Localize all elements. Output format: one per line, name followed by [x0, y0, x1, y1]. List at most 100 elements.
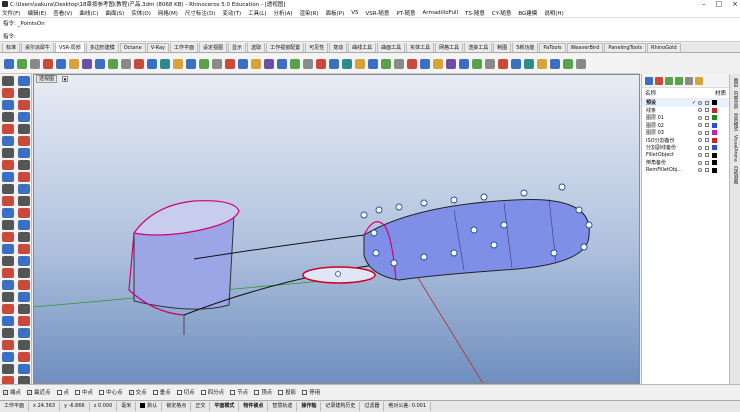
osnap-checkbox[interactable] [254, 389, 260, 395]
left-tool-icon[interactable] [18, 256, 30, 266]
toolbar-tool-icon[interactable] [368, 58, 378, 69]
left-tool-icon[interactable] [18, 244, 30, 254]
menu-item[interactable]: 查看(V) [53, 9, 72, 17]
visibility-bulb-icon[interactable] [698, 123, 702, 128]
toolbar-tab[interactable]: 网格工具 [435, 43, 464, 52]
toolbar-tool-icon[interactable] [290, 58, 300, 69]
toolbar-tool-icon[interactable] [446, 58, 456, 69]
toolbar-tab[interactable]: 制图 [493, 43, 512, 52]
layer-color-swatch[interactable] [712, 152, 717, 158]
status-toggle[interactable]: 记录建构历史 [321, 402, 361, 411]
osnap-checkbox[interactable] [278, 389, 284, 395]
left-tool-icon[interactable] [18, 220, 30, 230]
left-tool-icon[interactable] [2, 256, 14, 266]
lock-icon[interactable] [705, 108, 709, 113]
current-layer[interactable]: 默认 [136, 402, 163, 411]
left-tool-icon[interactable] [2, 328, 14, 338]
toolbar-tool-icon[interactable] [329, 58, 339, 69]
menu-item[interactable]: 变动(T) [222, 9, 241, 17]
toolbar-tool-icon[interactable] [134, 58, 144, 69]
visibility-bulb-icon[interactable] [698, 138, 702, 143]
osnap-option[interactable]: 四分点 [200, 388, 224, 396]
left-tool-icon[interactable] [18, 268, 30, 278]
left-tool-icon[interactable] [2, 124, 14, 134]
osnap-option[interactable]: 点 [56, 388, 69, 396]
left-tool-icon[interactable] [2, 196, 14, 206]
left-tool-icon[interactable] [18, 196, 30, 206]
left-tool-icon[interactable] [2, 292, 14, 302]
menu-item[interactable]: CY-随意 [492, 9, 511, 17]
toolbar-tab[interactable]: 变动 [329, 43, 348, 52]
toolbar-tool-icon[interactable] [355, 58, 365, 69]
layer-color-swatch[interactable] [712, 115, 717, 121]
toolbar-tool-icon[interactable] [342, 58, 352, 69]
layer-row[interactable]: 分割副线备份 [642, 144, 729, 152]
visibility-bulb-icon[interactable] [698, 153, 702, 158]
toolbar-tab[interactable]: 工作平面 [170, 43, 199, 52]
menu-item[interactable]: 编辑(E) [27, 9, 46, 17]
osnap-checkbox[interactable]: ✓ [128, 389, 134, 395]
osnap-option[interactable]: 停用 [302, 388, 320, 396]
left-tool-icon[interactable] [2, 220, 14, 230]
side-panel-tab[interactable]: VisualArena [733, 135, 738, 162]
left-tool-icon[interactable] [18, 76, 30, 86]
move-down-icon[interactable] [675, 76, 683, 85]
osnap-option[interactable]: 切点 [176, 388, 195, 396]
layer-row[interactable]: ISO分割备份 [642, 137, 729, 145]
toolbar-tab[interactable]: PaTools [539, 43, 566, 52]
toolbar-tool-icon[interactable] [277, 58, 287, 69]
left-tool-icon[interactable] [18, 148, 30, 158]
osnap-option[interactable]: 节点 [230, 388, 248, 396]
osnap-option[interactable]: 顶点 [254, 388, 272, 396]
osnap-option[interactable]: ✓ 最近点 [27, 388, 51, 396]
left-tool-icon[interactable] [2, 88, 14, 98]
menu-item[interactable]: ArmadilloFull [423, 10, 459, 16]
model-scene[interactable] [34, 75, 640, 384]
status-toggle[interactable]: 锁定格点 [162, 402, 192, 411]
lock-icon[interactable] [705, 130, 709, 135]
toolbar-tool-icon[interactable] [121, 58, 131, 69]
perspective-viewport[interactable]: 透视图 ▼ [33, 74, 640, 384]
osnap-checkbox[interactable] [176, 389, 182, 395]
layer-color-swatch[interactable] [712, 122, 717, 128]
layer-row[interactable]: FilletObject [642, 152, 729, 160]
toolbar-tool-icon[interactable] [459, 58, 469, 69]
status-toggle[interactable]: 物件锁点 [239, 402, 269, 411]
toolbar-tool-icon[interactable] [108, 58, 118, 69]
toolbar-tool-icon[interactable] [225, 58, 235, 69]
osnap-checkbox[interactable] [99, 389, 105, 395]
side-panel-tab[interactable]: 图层 [732, 78, 738, 87]
toolbar-tool-icon[interactable] [550, 58, 560, 69]
layer-row[interactable]: RemFilletObj... [642, 167, 729, 175]
osnap-option[interactable]: 中心点 [99, 388, 123, 396]
toolbar-tool-icon[interactable] [381, 58, 391, 69]
left-tool-icon[interactable] [18, 124, 30, 134]
filter-icon[interactable] [685, 76, 693, 85]
left-tool-icon[interactable] [2, 304, 14, 314]
toolbar-tool-icon[interactable] [316, 58, 326, 69]
visibility-bulb-icon[interactable] [698, 115, 702, 120]
left-tool-icon[interactable] [2, 352, 14, 362]
menu-item[interactable]: 分析(A) [273, 9, 292, 17]
toolbar-tab[interactable]: 选取 [247, 43, 266, 52]
layer-color-swatch[interactable] [712, 130, 717, 136]
toolbar-tool-icon[interactable] [407, 58, 417, 69]
left-tool-icon[interactable] [2, 172, 14, 182]
left-tool-icon[interactable] [18, 88, 30, 98]
left-tool-icon[interactable] [2, 160, 14, 170]
lock-icon[interactable] [705, 123, 709, 128]
toolbar-tool-icon[interactable] [524, 58, 534, 69]
toolbar-tool-icon[interactable] [251, 58, 261, 69]
toolbar-tool-icon[interactable] [186, 58, 196, 69]
toolbar-tab[interactable]: 多边形建模 [85, 43, 119, 52]
side-panel-tab[interactable]: 自动测图 [732, 166, 738, 184]
layer-color-swatch[interactable] [712, 100, 717, 106]
left-tool-icon[interactable] [18, 292, 30, 302]
command-prompt[interactable]: 指令: [0, 30, 740, 42]
left-tool-icon[interactable] [2, 268, 14, 278]
left-tool-icon[interactable] [18, 316, 30, 326]
toolbar-tool-icon[interactable] [394, 58, 404, 69]
toolbar-tab[interactable]: PanelingTools [604, 43, 646, 52]
osnap-checkbox[interactable] [200, 389, 206, 395]
menu-item[interactable]: 工具(L) [248, 9, 266, 17]
